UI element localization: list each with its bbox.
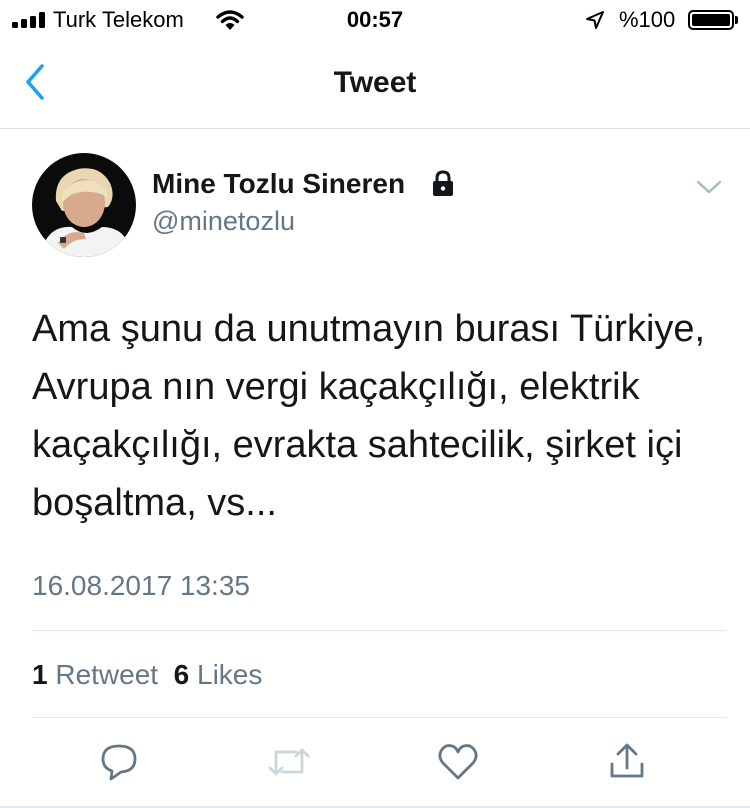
nav-bar: Tweet (0, 40, 750, 129)
status-bar: Turk Telekom 00:57 %100 (0, 0, 750, 40)
page-title: Tweet (333, 66, 417, 99)
avatar[interactable] (32, 153, 136, 257)
reply-button[interactable] (97, 740, 141, 784)
like-button[interactable] (436, 740, 480, 784)
chevron-down-icon (696, 180, 722, 194)
author-name[interactable]: Mine Tozlu Sineren (152, 168, 405, 200)
like-icon (438, 744, 478, 780)
divider (32, 630, 726, 631)
author-handle[interactable]: @minetozlu (152, 206, 295, 237)
retweet-count: 1 (32, 659, 48, 690)
like-count: 6 (173, 659, 190, 690)
tweet-options-button[interactable] (694, 176, 724, 198)
likes-stat[interactable]: 6 Likes (174, 659, 263, 690)
retweet-icon (268, 748, 310, 776)
battery-percent: %100 (619, 7, 676, 32)
tweet-timestamp: 16.08.2017 13:35 (32, 570, 250, 601)
like-label: Likes (197, 659, 263, 690)
retweet-button[interactable] (266, 740, 310, 784)
tweet-action-bar (0, 740, 750, 790)
lock-icon (433, 170, 453, 196)
tweet-text: Ama şunu da unutmayın burası Türkiye, Av… (32, 308, 706, 524)
battery-icon (688, 10, 734, 30)
share-icon (610, 743, 644, 778)
retweets-stat[interactable]: 1 Retweet (32, 659, 158, 690)
reply-icon (101, 744, 137, 781)
divider (32, 717, 726, 718)
share-button[interactable] (605, 740, 649, 784)
location-arrow-icon (586, 11, 604, 29)
tweet-stats: 1 Retweet 6 Likes (32, 659, 262, 691)
retweet-label: Retweet (55, 659, 159, 690)
